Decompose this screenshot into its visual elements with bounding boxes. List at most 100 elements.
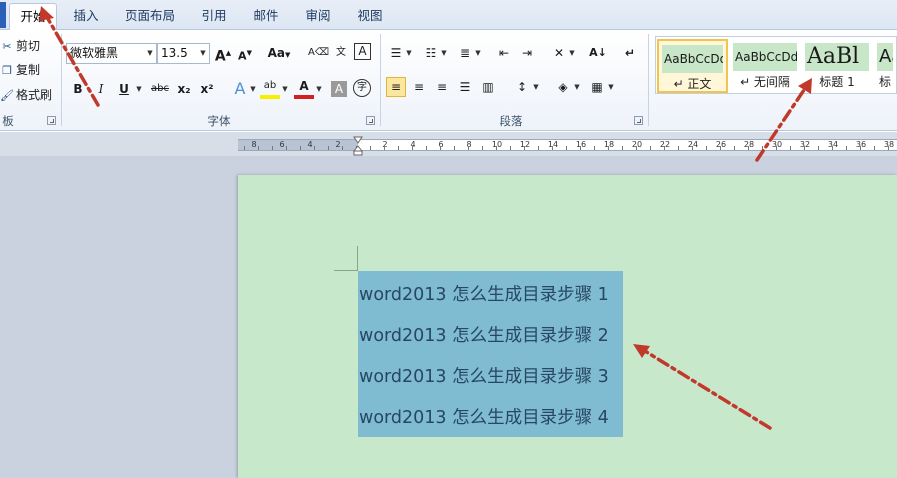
change-case-button[interactable]: Aa▼ [265,43,293,63]
chevron-down-icon[interactable]: ▼ [135,79,143,99]
tab-page-layout[interactable]: 页面布局 [115,3,185,30]
align-left-button[interactable]: ≡ [386,77,406,97]
ruler-label: 10 [491,140,503,149]
format-painter-button[interactable]: 🖌 格式刷 [0,85,52,105]
chevron-down-icon[interactable]: ▼ [405,43,413,63]
sort-icon: A↓ [589,46,607,59]
highlight-button[interactable]: ab [260,79,280,99]
chinese-layout-icon: ✕ [553,46,565,60]
font-color-button[interactable]: A [294,79,314,99]
chevron-down-icon[interactable]: ▼ [281,79,289,99]
phonetic-guide-button[interactable]: 文 [331,43,351,63]
ruler-tick [692,146,693,150]
numbering-button[interactable]: ☷ [421,43,441,63]
underline-button[interactable]: U [114,79,134,99]
horizontal-ruler[interactable]: 8 6 4 2 2 4 6 8 10 12 14 16 18 20 22 24 26 28 30 32 34 36 38 [238,139,897,151]
distributed-button[interactable]: ▥ [478,77,498,97]
enclose-characters-button[interactable]: 字 [353,79,371,97]
document-line[interactable]: word2013 怎么生成目录步骤 2 [359,325,609,347]
document-line[interactable]: word2013 怎么生成目录步骤 4 [359,407,609,429]
shading-button[interactable]: ◈ [553,77,573,97]
clear-format-button[interactable]: A⌫ [308,43,329,63]
chevron-down-icon[interactable]: ▼ [568,43,576,63]
text-effects-button[interactable]: A [230,79,250,99]
ruler-label: 20 [631,140,643,149]
tab-view[interactable]: 视图 [348,3,392,30]
style-sample: AaBl [805,43,869,71]
indent-marker-icon[interactable] [353,136,363,156]
document-line[interactable]: word2013 怎么生成目录步骤 3 [359,366,609,388]
line-spacing-button[interactable]: ↕ [512,77,532,97]
character-shading-button[interactable]: A [331,81,347,97]
style-name: 标题 1 [819,75,855,89]
superscript-button[interactable]: x² [197,79,217,99]
ruler-tick [832,146,833,150]
style-no-spacing[interactable]: AaBbCcDd ↵ 无间隔 [730,39,800,93]
cut-button[interactable]: ✂ 剪切 [0,36,40,56]
ruler-label: 24 [687,140,699,149]
align-right-button[interactable]: ≡ [432,77,452,97]
ruler-label: 16 [575,140,587,149]
style-sample: AaBbCcDd [662,45,723,73]
show-marks-button[interactable]: ↵ [620,43,640,63]
italic-glyph: I [98,82,104,96]
ruler-tick [678,146,679,150]
chevron-down-icon[interactable]: ▼ [573,77,581,97]
align-center-button[interactable]: ≡ [409,77,429,97]
chevron-down-icon[interactable]: ▼ [249,79,257,99]
subscript-button[interactable]: x₂ [174,79,194,99]
italic-button[interactable]: I [91,79,111,99]
style-heading-2[interactable]: Aa 标 [874,39,896,93]
ruler-tick [748,146,749,150]
ruler-label: 12 [519,140,531,149]
bullet-list-icon: ☰ [390,46,402,60]
chevron-down-icon[interactable]: ▼ [474,43,482,63]
ruler-tick [608,146,609,150]
shrink-font-button[interactable]: A▼ [235,43,255,63]
ruler-tick [720,146,721,150]
font-name-combo[interactable]: 微软雅黑 ▼ [66,43,157,64]
chevron-down-icon[interactable]: ▼ [532,77,540,97]
chinese-layout-button[interactable]: ✕ [549,43,569,63]
file-tab[interactable] [0,2,6,28]
text-effects-glyph: A [234,79,246,98]
change-case-glyph: Aa [267,46,285,60]
ruler-tick [538,146,539,150]
chevron-down-icon[interactable]: ▼ [315,79,323,99]
ruler-label: 36 [855,140,867,149]
bold-button[interactable]: B [68,79,88,99]
paragraph-launcher[interactable] [634,116,643,125]
multilevel-list-button[interactable]: ≣ [455,43,475,63]
sort-button[interactable]: A↓ [588,43,608,63]
copy-button[interactable]: ❐ 复制 [0,60,40,80]
font-size-combo[interactable]: 13.5 ▼ [157,43,210,64]
borders-button[interactable]: ▦ [587,77,607,97]
increase-indent-button[interactable]: ⇥ [517,43,537,63]
ruler-label: 28 [743,140,755,149]
tab-home[interactable]: 开始 [9,3,57,30]
tab-review[interactable]: 审阅 [296,3,340,30]
copy-label: 复制 [16,63,41,77]
character-border-button[interactable]: A [354,43,371,60]
grow-font-button[interactable]: A▲ [213,43,233,65]
decrease-indent-button[interactable]: ⇤ [494,43,514,63]
tab-references[interactable]: 引用 [192,3,236,30]
tab-mailings[interactable]: 邮件 [244,3,288,30]
scissors-icon: ✂ [2,40,12,53]
strikethrough-button[interactable]: abc [148,79,172,99]
justify-button[interactable]: ☰ [455,77,475,97]
document-line[interactable]: word2013 怎么生成目录步骤 1 [359,284,609,306]
tab-insert[interactable]: 插入 [62,3,110,30]
font-launcher[interactable] [366,116,375,125]
ruler-tick [244,146,245,150]
bullets-button[interactable]: ☰ [386,43,406,63]
ruler-label: 30 [771,140,783,149]
ruler-tick [524,146,525,150]
style-heading-1[interactable]: AaBl 标题 1 [802,39,872,93]
style-normal[interactable]: AaBbCcDd ↵ 正文 [657,39,728,93]
ruler-label: 8 [251,140,257,149]
clipboard-launcher[interactable] [47,116,56,125]
chevron-down-icon[interactable]: ▼ [607,77,615,97]
chevron-down-icon[interactable]: ▼ [440,43,448,63]
font-name-value: 微软雅黑 [70,46,119,60]
